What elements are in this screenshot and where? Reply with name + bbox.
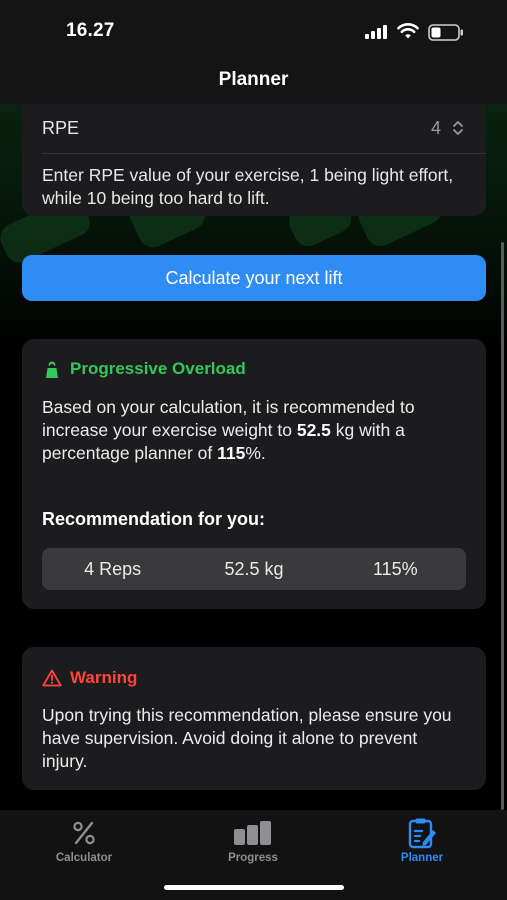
tab-label: Calculator [55, 852, 113, 864]
status-time: 16.27 [66, 20, 115, 41]
warning-description: Upon trying this recommendation, please … [42, 705, 452, 771]
rpe-description: Enter RPE value of your exercise, 1 bein… [42, 165, 454, 208]
page-title: Planner [218, 69, 289, 90]
tab-label: Progress [228, 852, 278, 864]
overload-header: Progressive Overload [42, 359, 246, 379]
tab-planner[interactable]: Planner [367, 818, 477, 864]
overload-title: Progressive Overload [70, 359, 246, 378]
tab-progress[interactable]: Progress [198, 818, 308, 864]
kettlebell-icon [46, 361, 58, 378]
tab-calculator[interactable]: Calculator [29, 818, 139, 864]
divider [42, 153, 486, 154]
rpe-value: 4 [430, 118, 441, 138]
overload-description: Based on your calculation, it is recomme… [42, 397, 415, 463]
bar-chart-icon [234, 821, 271, 845]
recommendation-summary: 4 Reps 52.5 kg 115% [42, 548, 466, 590]
scrollbar[interactable] [501, 242, 504, 810]
warning-title: Warning [70, 668, 138, 687]
rpe-stepper[interactable]: 4 [431, 118, 464, 139]
warning-triangle-icon [42, 669, 62, 687]
recommended-percentage: 115 [217, 443, 246, 463]
battery-icon [428, 24, 463, 41]
status-bar: 16.27 [0, 0, 507, 60]
rpe-label: RPE [42, 118, 80, 138]
progressive-overload-card: Progressive Overload Based on your calcu… [22, 339, 486, 609]
signal-icon [365, 25, 389, 39]
recommendation-reps: 4 Reps [84, 558, 142, 579]
recommendation-percentage: 115% [372, 558, 418, 579]
recommendation-title: Recommendation for you: [42, 509, 266, 529]
recommendation-weight: 52.5 kg [224, 558, 284, 579]
recommended-weight: 52.5 [296, 420, 331, 440]
home-indicator[interactable] [164, 885, 344, 890]
rpe-card: RPE 4 Enter RPE value of your exercise, … [22, 104, 486, 216]
calculate-next-lift-button[interactable]: Calculate your next lift [22, 255, 486, 301]
tab-label: Planner [400, 852, 444, 864]
chevron-up-down-icon [453, 121, 463, 135]
warning-card: Warning Upon trying this recommendation,… [22, 647, 486, 790]
wifi-icon [397, 23, 419, 39]
clipboard-edit-icon [408, 818, 436, 849]
warning-header: Warning [42, 668, 137, 688]
percent-icon [73, 821, 95, 845]
